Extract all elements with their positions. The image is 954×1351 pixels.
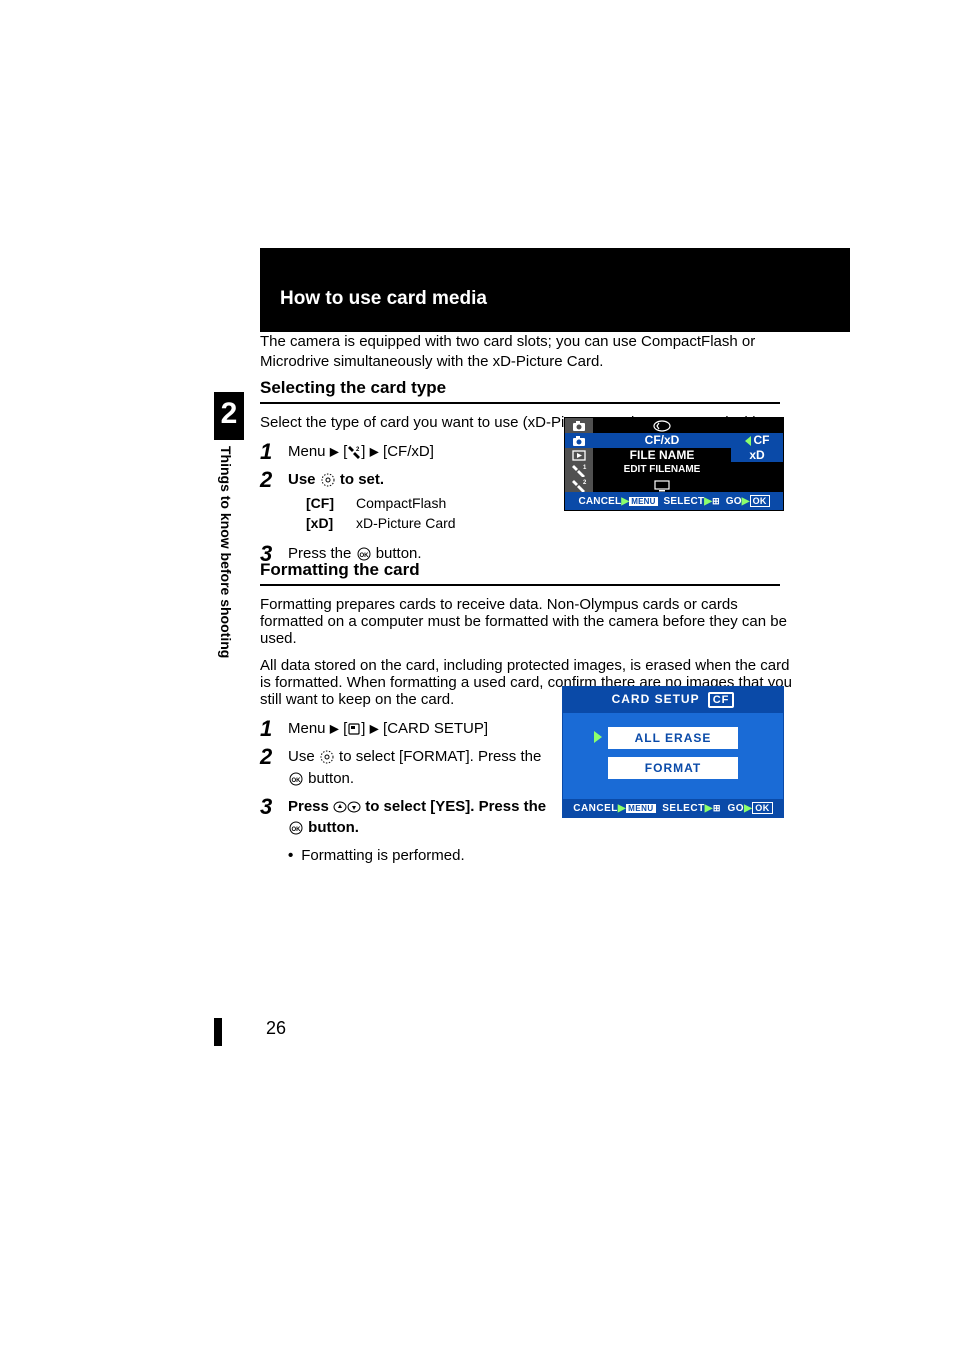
ok-button-icon: OK xyxy=(288,821,304,835)
menu1-go: GO xyxy=(726,496,742,507)
svg-text:OK: OK xyxy=(359,553,369,559)
step-number: 2 xyxy=(260,746,288,768)
svg-text:2: 2 xyxy=(356,447,360,453)
formatting-bullet: Formatting is performed. xyxy=(301,845,464,867)
menu1-row-cfxd: CF/xD xyxy=(645,433,680,447)
menu1-select: SELECT xyxy=(664,496,705,507)
def-key: [CF] xyxy=(306,493,346,513)
def-key: [xD] xyxy=(306,513,346,533)
selecting-step-2: 2 Use to set. [CF] CompactFlash [xD] xD-Pi… xyxy=(260,469,560,537)
definitions: [CF] CompactFlash [xD] xD-Picture Card xyxy=(306,493,560,534)
menu2-select: SELECT xyxy=(662,803,704,814)
fstep2-mid: to select [FORMAT]. Press the xyxy=(339,748,541,765)
formatting-step-2: 2 Use to select [FORMAT]. Press the OK b… xyxy=(260,746,560,790)
wrench-icon: 2 xyxy=(347,445,361,459)
menu2-go: GO xyxy=(728,803,745,814)
menu1-footer: CANCEL▶MENU SELECT▶⊞ GO▶OK xyxy=(565,492,783,510)
menu2-cancel: CANCEL xyxy=(573,803,618,814)
menu2-ok: OK xyxy=(752,802,773,814)
up-down-icon xyxy=(333,800,361,814)
cam1-icon xyxy=(571,419,587,433)
step-number: 3 xyxy=(260,796,288,818)
menu1-menu: MENU xyxy=(629,497,657,506)
menu1-row-filename: FILE NAME xyxy=(630,448,695,462)
chapter-side-label: Things to know before shooting xyxy=(218,446,234,658)
card-icon xyxy=(347,722,361,736)
step-number: 1 xyxy=(260,441,288,463)
menu2-format: FORMAT xyxy=(608,757,738,779)
def-val: xD-Picture Card xyxy=(356,513,456,533)
fstep3-mid: to select [YES]. Press the xyxy=(361,798,546,815)
ok-button-icon: OK xyxy=(288,772,304,786)
menu1-row-xd: xD xyxy=(749,448,764,462)
camera-menu-cardsetup: CARD SETUP CF ALL ERASE FORMAT CANCEL▶ME… xyxy=(562,686,784,818)
step2-post: to set. xyxy=(340,471,384,488)
step1-menu: Menu xyxy=(288,443,326,460)
menu1-row-cf: CF xyxy=(754,433,770,447)
menu1-ok: OK xyxy=(750,495,770,507)
arrow-icon: ▶ xyxy=(370,444,379,458)
fstep1-bracket-close: ] xyxy=(361,720,365,737)
def-val: CompactFlash xyxy=(356,493,446,513)
fstep1-menu: Menu xyxy=(288,720,326,737)
intro-paragraph: The camera is equipped with two card slo… xyxy=(260,332,800,373)
page-number: 26 xyxy=(266,1018,286,1039)
step1-bracket-close: ] xyxy=(361,443,365,460)
fstep3-pre: Press xyxy=(288,798,333,815)
card-small-icon xyxy=(651,419,673,433)
menu1-cancel: CANCEL xyxy=(578,496,621,507)
arrow-icon: ▶ xyxy=(370,721,379,735)
step1-target: [CF/xD] xyxy=(383,443,434,460)
arrow-icon: ▶ xyxy=(330,721,339,735)
play-icon xyxy=(571,448,587,462)
menu2-footer: CANCEL▶MENU SELECT▶⊞ GO▶OK xyxy=(563,799,783,817)
wrench2-icon: 2 xyxy=(571,478,587,492)
formatting-step-3: 3 Press to select [YES]. Press the OK bu… xyxy=(260,796,560,867)
svg-text:1: 1 xyxy=(583,465,587,471)
menu2-all-erase: ALL ERASE xyxy=(608,727,738,749)
monitor-icon xyxy=(653,480,671,492)
page-accent-bar xyxy=(214,1018,222,1046)
formatting-para1: Formatting prepares cards to receive dat… xyxy=(260,596,800,647)
menu2-title: CARD SETUP xyxy=(612,692,700,706)
triangle-left-icon xyxy=(745,436,751,446)
formatting-heading: Formatting the card xyxy=(260,560,780,586)
camera-menu-cfxd: CF/xD CF FILE NAME xD 1 EDIT FILENAME 2 … xyxy=(564,417,784,511)
step-number: 1 xyxy=(260,718,288,740)
menu2-menu: MENU xyxy=(626,804,656,813)
formatting-step-1: 1 Menu ▶ [] ▶ [CARD SETUP] xyxy=(260,718,560,740)
selecting-step-1: 1 Menu ▶ [2] ▶ [CF/xD] xyxy=(260,441,560,463)
menu2-tag: CF xyxy=(708,692,735,708)
cam2-icon xyxy=(571,434,587,448)
section-title: How to use card media xyxy=(280,288,487,310)
fstep2-pre: Use xyxy=(288,748,315,765)
fstep3-post: button. xyxy=(304,819,359,836)
step-number: 2 xyxy=(260,469,288,491)
menu1-row-editfilename: EDIT FILENAME xyxy=(624,464,701,475)
wrench1-icon: 1 xyxy=(571,463,587,477)
arrow-icon: ▶ xyxy=(330,444,339,458)
selecting-heading: Selecting the card type xyxy=(260,378,780,404)
step2-pre: Use xyxy=(288,471,316,488)
dpad-icon xyxy=(319,749,335,765)
fstep2-post: button. xyxy=(308,770,354,787)
dpad-icon xyxy=(320,472,336,488)
svg-text:OK: OK xyxy=(292,827,302,833)
svg-text:2: 2 xyxy=(583,480,587,486)
fstep1-target: [CARD SETUP] xyxy=(383,720,488,737)
bullet-icon: • xyxy=(288,845,293,867)
svg-text:OK: OK xyxy=(292,778,302,784)
chapter-tab: 2 xyxy=(214,392,244,440)
